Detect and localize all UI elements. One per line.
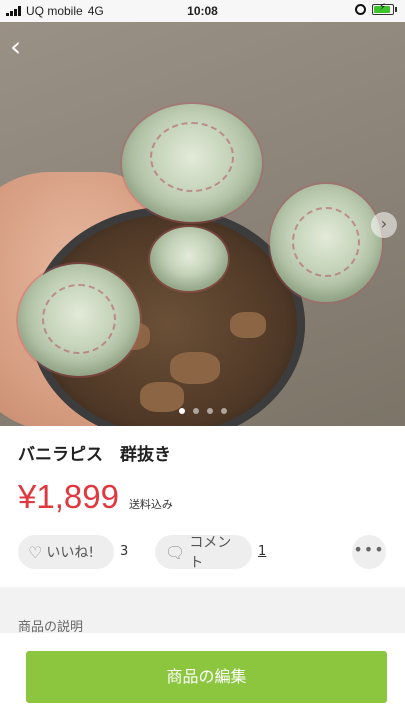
- bottom-bar: 商品の編集: [0, 633, 405, 720]
- like-count: 3: [120, 544, 129, 559]
- soil-pebble: [230, 312, 266, 338]
- edit-item-button[interactable]: 商品の編集: [26, 651, 387, 703]
- succulent-petal-ring: [42, 284, 116, 354]
- more-options-button[interactable]: •••: [352, 535, 386, 569]
- carousel-dot-2[interactable]: [192, 408, 199, 414]
- chevron-left-icon: ‹: [10, 30, 22, 63]
- succulent-petal-ring: [150, 122, 234, 192]
- more-dots-icon: •••: [353, 540, 385, 559]
- price-row: ¥1,899 送料込み: [18, 478, 173, 516]
- next-image-button[interactable]: ›: [371, 212, 397, 238]
- soil-pebble: [170, 352, 220, 384]
- comment-count[interactable]: 1: [258, 544, 266, 559]
- alarm-icon: [355, 4, 366, 15]
- chevron-right-icon: ›: [380, 214, 388, 233]
- status-icons: ⚡: [355, 2, 397, 15]
- battery-nub: [395, 7, 397, 12]
- carousel-dot-3[interactable]: [206, 408, 213, 414]
- like-label: いいね!: [46, 545, 94, 561]
- product-image-gallery[interactable]: [0, 22, 405, 426]
- heart-icon: ♡: [28, 542, 43, 562]
- carousel-dot-4[interactable]: [220, 408, 227, 414]
- product-price: ¥1,899: [18, 478, 119, 515]
- clock: 10:08: [187, 4, 218, 18]
- like-button[interactable]: ♡ いいね!: [18, 535, 114, 569]
- back-button[interactable]: ‹: [10, 33, 40, 64]
- status-bar: UQ mobile 4G 10:08 ⚡: [0, 0, 405, 22]
- comment-label: コメント: [189, 535, 232, 571]
- carousel-dots: [0, 408, 405, 414]
- carousel-dot-1[interactable]: [178, 408, 185, 414]
- shipping-label: 送料込み: [128, 498, 173, 511]
- succulent-petal-ring: [292, 207, 360, 277]
- succulent-rosette-center: [150, 227, 228, 291]
- action-row: ♡ いいね! 3 🗨 コメント 1 •••: [18, 535, 388, 571]
- comment-button[interactable]: 🗨 コメント: [155, 535, 252, 571]
- speech-bubble-icon: 🗨: [165, 542, 186, 562]
- battery-icon: ⚡: [372, 2, 394, 15]
- product-title: バニラピス 群抜き: [18, 445, 171, 465]
